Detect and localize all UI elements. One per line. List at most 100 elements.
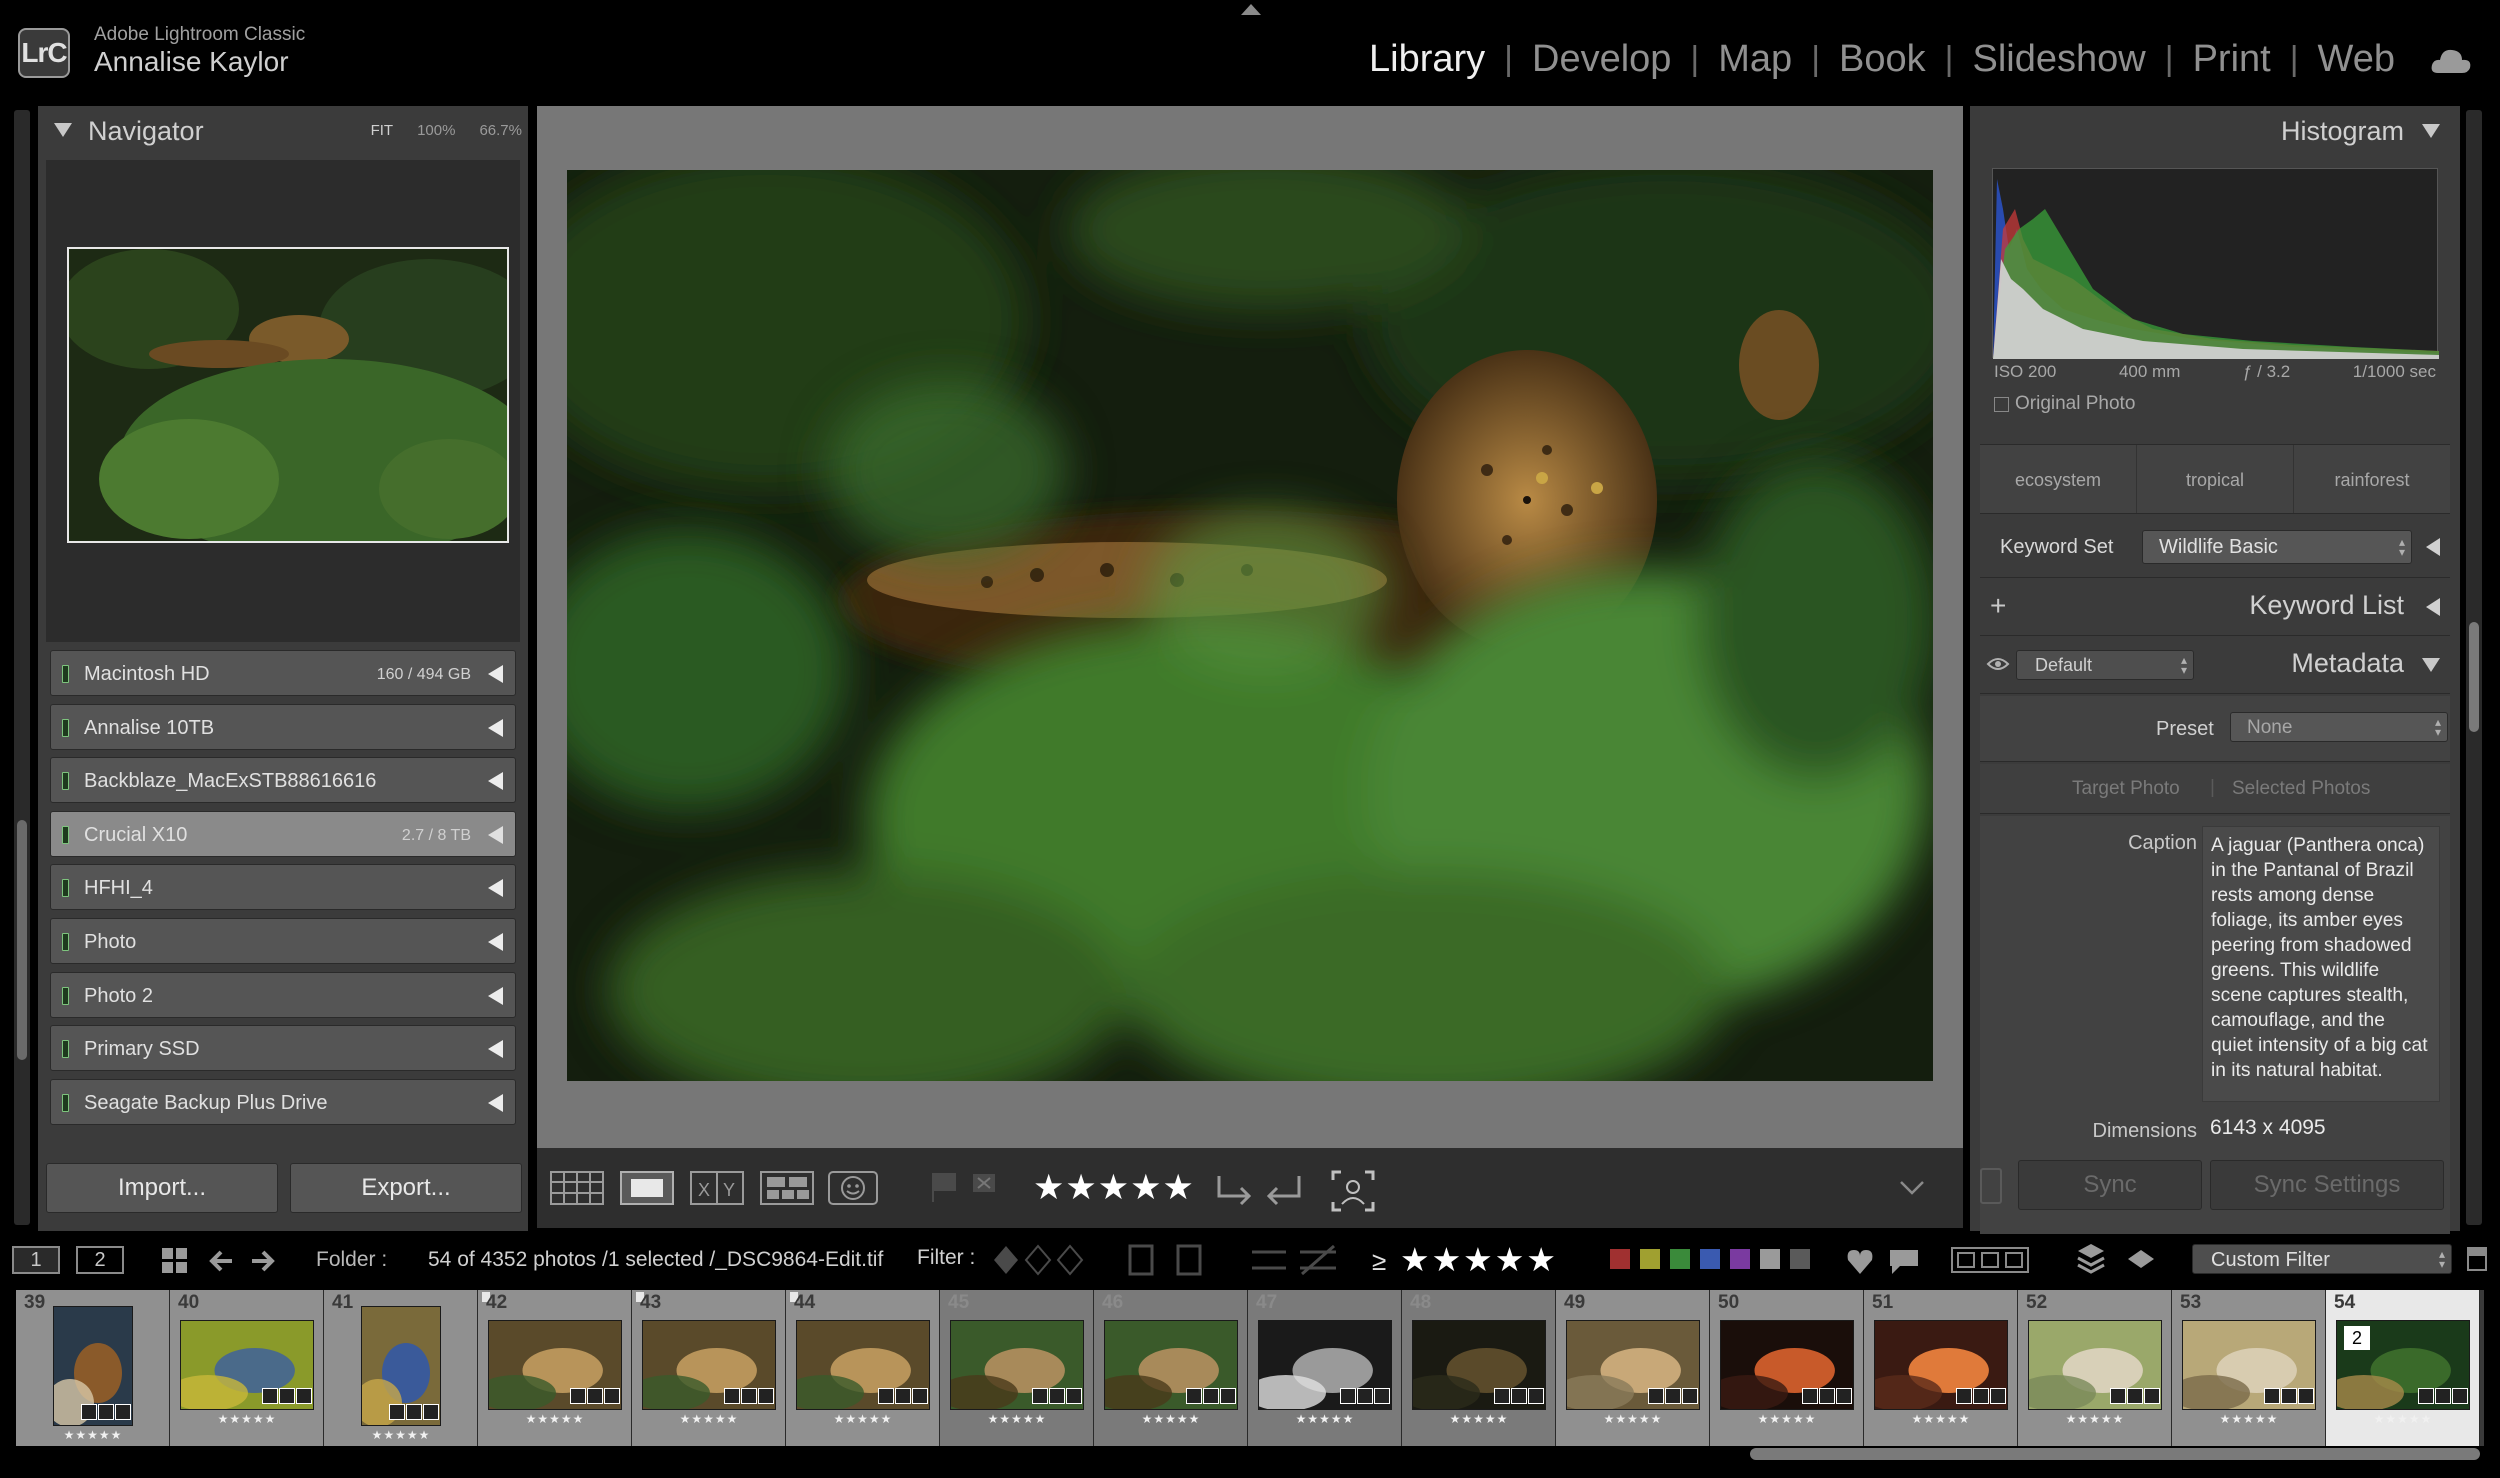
star-rating[interactable]: ★★★★★ (1033, 1168, 1195, 1208)
color-label-chip[interactable] (1640, 1249, 1660, 1269)
original-photo-toggle[interactable]: Original Photo (1994, 393, 2135, 415)
color-label-chip[interactable] (1610, 1249, 1630, 1269)
previous-arrow-icon[interactable] (206, 1246, 236, 1276)
filmstrip-cell[interactable]: 54 2 ★★★★★ (2326, 1290, 2480, 1446)
next-arrow-icon[interactable] (248, 1246, 278, 1276)
folder-info[interactable]: 54 of 4352 photos /1 selected /_DSC9864-… (428, 1248, 883, 1272)
sync-button[interactable]: Sync (2018, 1160, 2202, 1210)
preset-select[interactable]: None ▴ ▾ (2230, 712, 2448, 742)
volume-item[interactable]: Crucial X10 2.7 / 8 TB (50, 810, 516, 857)
eye-icon[interactable] (1986, 656, 2010, 672)
grid-icon[interactable] (160, 1246, 190, 1276)
sliders-filter-icon[interactable] (1250, 1242, 1340, 1278)
filmstrip-cell[interactable]: 50 ★★★★★ (1710, 1290, 1864, 1446)
module-library[interactable]: Library (1350, 38, 1504, 81)
volume-item[interactable]: Photo (50, 917, 516, 964)
main-photo[interactable] (567, 170, 1933, 1081)
filmstrip-cell[interactable]: 45 ★★★★★ (940, 1290, 1094, 1446)
rotate-left-icon[interactable] (1211, 1170, 1255, 1210)
import-button[interactable]: Import... (46, 1163, 278, 1213)
module-slideshow[interactable]: Slideshow (1954, 38, 2165, 81)
grid-view-icon[interactable] (549, 1170, 605, 1206)
expand-triangle-icon[interactable] (488, 879, 503, 898)
keyword-list-title[interactable]: Keyword List (2249, 590, 2404, 621)
caption-field[interactable]: A jaguar (Panthera onca) in the Pantanal… (2202, 826, 2440, 1102)
filmstrip-cell[interactable]: 47 ★★★★★ (1248, 1290, 1402, 1446)
cloud-sync-icon[interactable] (2430, 45, 2472, 75)
rating-comparator[interactable]: ≥ (1372, 1246, 1386, 1277)
metadata-header[interactable]: Default ▴ ▾ Metadata (1980, 638, 2450, 694)
toolbar-options-icon[interactable] (1897, 1178, 1927, 1198)
edit-filter-icon[interactable] (1126, 1242, 1206, 1278)
compare-view-icon[interactable]: X Y (689, 1170, 745, 1206)
keyword-list-header[interactable]: + Keyword List (1980, 580, 2450, 636)
module-book[interactable]: Book (1820, 38, 1945, 81)
keyword-suggestion[interactable]: ecosystem (1980, 445, 2137, 513)
metadata-view-select[interactable]: Default ▴ ▾ (2016, 650, 2194, 680)
left-panel-scrollbar[interactable] (14, 110, 30, 1225)
rating-filter-stars[interactable]: ★★★★★ (1400, 1240, 1558, 1279)
navigator-preview-image[interactable] (67, 247, 509, 543)
expand-triangle-icon[interactable] (488, 772, 503, 791)
expand-triangle-icon[interactable] (488, 1040, 503, 1059)
crop-overlay-icon[interactable] (1331, 1170, 1375, 1212)
left-scroll-thumb[interactable] (17, 820, 27, 1060)
color-label-chip[interactable] (1670, 1249, 1690, 1269)
volume-item[interactable]: HFHI_4 (50, 864, 516, 911)
color-label-chip[interactable] (1730, 1249, 1750, 1269)
volume-item[interactable]: Backblaze_MacExSTB88616616 (50, 757, 516, 804)
expand-triangle-icon[interactable] (488, 718, 503, 737)
expand-triangle-icon[interactable] (488, 1093, 503, 1112)
collapse-triangle-icon[interactable] (54, 123, 72, 137)
color-label-chip[interactable] (1700, 1249, 1720, 1269)
color-label-chip[interactable] (1790, 1249, 1810, 1269)
filmstrip-cell[interactable]: 46 ★★★★★ (1094, 1290, 1248, 1446)
expand-triangle-icon[interactable] (488, 986, 503, 1005)
filmstrip-cell[interactable]: 42 ★★★★★ (478, 1290, 632, 1446)
collapse-triangle-icon[interactable] (2426, 538, 2440, 556)
favorite-comment-filter-icon[interactable] (1844, 1246, 1924, 1276)
color-label-chip[interactable] (1760, 1249, 1780, 1269)
collapse-triangle-icon[interactable] (2426, 598, 2440, 616)
stack-icon[interactable] (2076, 1242, 2106, 1276)
keyword-suggestion[interactable]: rainforest (2294, 445, 2450, 513)
volume-item[interactable]: Annalise 10TB (50, 703, 516, 750)
reject-flag-icon[interactable] (969, 1170, 999, 1206)
filmstrip-scrollbar[interactable] (1750, 1448, 2480, 1460)
volume-item[interactable]: Seagate Backup Plus Drive (50, 1078, 516, 1125)
histogram-chart[interactable] (1992, 168, 2439, 359)
collapse-triangle-icon[interactable] (2422, 124, 2440, 138)
rotate-right-icon[interactable] (1263, 1170, 1307, 1210)
filmstrip-cell[interactable]: 48 ★★★★★ (1402, 1290, 1556, 1446)
histogram-title[interactable]: Histogram (2281, 116, 2404, 147)
right-scroll-thumb[interactable] (2469, 622, 2479, 732)
add-keyword-icon[interactable]: + (1990, 590, 2006, 622)
keyword-set-select[interactable]: Wildlife Basic ▴ ▾ (2142, 530, 2412, 564)
zoom-fit[interactable]: FIT (371, 122, 394, 139)
zoom-custom[interactable]: 66.7% (479, 122, 522, 139)
auto-sync-switch[interactable] (1980, 1168, 2002, 1204)
filmstrip-cell[interactable]: 51 ★★★★★ (1864, 1290, 2018, 1446)
filmstrip-cell[interactable]: 44 ★★★★★ (786, 1290, 940, 1446)
module-web[interactable]: Web (2299, 38, 2414, 81)
filmstrip-lock-icon[interactable] (2466, 1246, 2488, 1272)
loupe-view[interactable] (537, 106, 1963, 1148)
navigator-header[interactable]: Navigator FIT 100% 66.7% (38, 106, 528, 156)
filmstrip-cell[interactable]: 39 ★★★★★ (16, 1290, 170, 1446)
original-photo-checkbox[interactable] (1994, 396, 2009, 412)
sync-settings-button[interactable]: Sync Settings (2210, 1160, 2444, 1210)
loupe-view-icon[interactable] (619, 1170, 675, 1206)
expand-triangle-icon[interactable] (488, 825, 503, 844)
main-window-button[interactable]: 1 (12, 1246, 60, 1274)
keyword-suggestion[interactable]: tropical (2137, 445, 2294, 513)
expand-triangle-icon[interactable] (488, 665, 503, 683)
people-view-icon[interactable] (827, 1170, 879, 1206)
collapse-triangle-icon[interactable] (2422, 658, 2440, 672)
filmstrip-cell[interactable]: 40 ★★★★★ (170, 1290, 324, 1446)
flag-filter-icon[interactable] (990, 1242, 1090, 1278)
zoom-100[interactable]: 100% (417, 122, 455, 139)
collapse-top-panel-icon[interactable] (1241, 4, 1261, 15)
volume-item[interactable]: Macintosh HD 160 / 494 GB (50, 650, 516, 696)
filmstrip-cell[interactable]: 43 ★★★★★ (632, 1290, 786, 1446)
module-print[interactable]: Print (2174, 38, 2290, 81)
